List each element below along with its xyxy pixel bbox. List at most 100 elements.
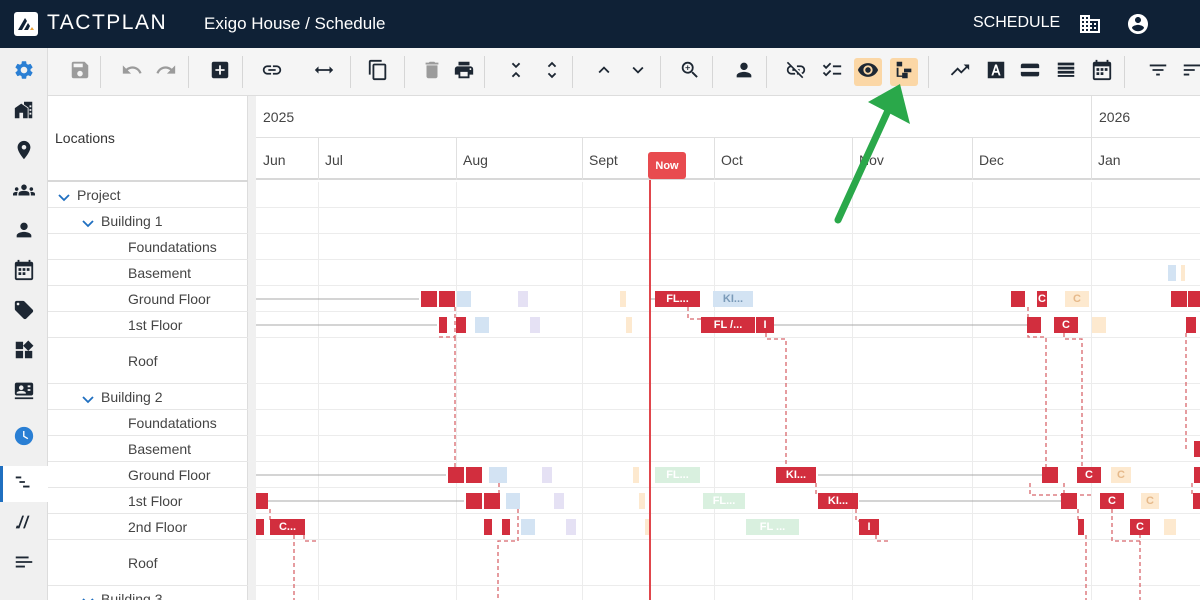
- task-segment[interactable]: [421, 291, 437, 307]
- task-segment[interactable]: [521, 519, 535, 535]
- undo-button[interactable]: [118, 58, 146, 86]
- task-bar[interactable]: C...: [270, 519, 305, 535]
- account-icon[interactable]: [1126, 12, 1150, 36]
- task-segment[interactable]: [475, 317, 489, 333]
- task-bar[interactable]: I: [756, 317, 774, 333]
- location-row[interactable]: 1st Floor: [48, 312, 248, 338]
- task-segment[interactable]: [256, 493, 268, 509]
- rail-item-widgets[interactable]: [0, 334, 48, 370]
- person-button[interactable]: [730, 58, 758, 86]
- chevron-up-button[interactable]: [590, 58, 618, 86]
- task-segment[interactable]: [1194, 467, 1200, 483]
- task-segment[interactable]: [1011, 291, 1025, 307]
- task-segment[interactable]: [530, 317, 540, 333]
- task-segment[interactable]: [639, 493, 645, 509]
- text-format-button[interactable]: [982, 58, 1010, 86]
- expand-horizontal-button[interactable]: [310, 58, 338, 86]
- task-bar[interactable]: KI...: [818, 493, 858, 509]
- location-row[interactable]: Project: [48, 182, 248, 208]
- redo-button[interactable]: [152, 58, 180, 86]
- task-segment[interactable]: [457, 291, 471, 307]
- task-segment[interactable]: [256, 519, 264, 535]
- print-button[interactable]: [450, 58, 478, 86]
- task-segment[interactable]: [1186, 317, 1196, 333]
- task-bar[interactable]: FL ...: [746, 519, 799, 535]
- rail-item-more[interactable]: [0, 586, 48, 600]
- task-segment[interactable]: [518, 291, 528, 307]
- chevron-down-button[interactable]: [624, 58, 652, 86]
- dense-rows-button[interactable]: [1052, 58, 1080, 86]
- task-segment[interactable]: [484, 519, 492, 535]
- panel-splitter[interactable]: [248, 96, 256, 600]
- collapse-vertical-button[interactable]: [502, 58, 530, 86]
- task-segment[interactable]: [1181, 265, 1185, 281]
- task-segment[interactable]: [620, 291, 626, 307]
- task-segment[interactable]: [466, 493, 482, 509]
- location-row[interactable]: Building 3: [48, 586, 248, 600]
- rail-item-team[interactable]: [0, 174, 48, 210]
- task-bar[interactable]: FL...: [655, 467, 700, 483]
- location-row[interactable]: Ground Floor: [48, 286, 248, 312]
- task-segment[interactable]: [1042, 467, 1058, 483]
- task-segment[interactable]: [484, 493, 500, 509]
- location-row[interactable]: Building 2: [48, 384, 248, 410]
- task-segment[interactable]: [554, 493, 564, 509]
- location-row[interactable]: Foundatations: [48, 234, 248, 260]
- chevron-down-icon[interactable]: [82, 216, 94, 227]
- task-bar[interactable]: C: [1141, 493, 1159, 509]
- task-segment[interactable]: [439, 317, 447, 333]
- task-bar[interactable]: C: [1111, 467, 1131, 483]
- task-bar[interactable]: C: [1065, 291, 1089, 307]
- calendar-button[interactable]: [1088, 58, 1116, 86]
- task-segment[interactable]: [566, 519, 576, 535]
- task-segment[interactable]: [1168, 265, 1176, 281]
- task-segment[interactable]: [1092, 317, 1106, 333]
- delete-button[interactable]: [418, 58, 446, 86]
- task-segment[interactable]: [1027, 317, 1041, 333]
- task-bar[interactable]: FL...: [703, 493, 745, 509]
- mode-label[interactable]: SCHEDULE: [973, 14, 1060, 32]
- rail-item-schedule[interactable]: [0, 466, 48, 502]
- add-box-button[interactable]: [206, 58, 234, 86]
- hierarchy-button[interactable]: [890, 58, 918, 86]
- sort-button[interactable]: [1178, 58, 1200, 86]
- task-segment[interactable]: [626, 317, 632, 333]
- rail-item-buildings[interactable]: [0, 94, 48, 130]
- task-segment[interactable]: [456, 317, 466, 333]
- zoom-in-button[interactable]: [676, 58, 704, 86]
- task-bar[interactable]: KI...: [713, 291, 753, 307]
- expand-vertical-button[interactable]: [538, 58, 566, 86]
- location-row[interactable]: 1st Floor: [48, 488, 248, 514]
- tactplan-logo[interactable]: [14, 12, 38, 36]
- rail-item-slashes[interactable]: [0, 506, 48, 542]
- rail-item-clock[interactable]: [0, 420, 48, 456]
- rail-item-gear[interactable]: [0, 54, 48, 90]
- task-segment[interactable]: [1078, 519, 1084, 535]
- save-button[interactable]: [66, 58, 94, 86]
- filter-button[interactable]: [1144, 58, 1172, 86]
- task-segment[interactable]: [542, 467, 552, 483]
- task-segment[interactable]: [489, 467, 507, 483]
- task-segment[interactable]: [466, 467, 482, 483]
- rail-item-contacts[interactable]: [0, 374, 48, 410]
- task-bar[interactable]: C: [1054, 317, 1078, 333]
- trend-button[interactable]: [946, 58, 974, 86]
- chevron-down-icon[interactable]: [82, 594, 94, 600]
- task-segment[interactable]: [1164, 519, 1176, 535]
- task-segment[interactable]: [448, 467, 464, 483]
- eye-button[interactable]: [854, 58, 882, 86]
- location-row[interactable]: 2nd Floor: [48, 514, 248, 540]
- location-row[interactable]: Basement: [48, 260, 248, 286]
- rail-item-lines[interactable]: [0, 546, 48, 582]
- task-segment[interactable]: [502, 519, 510, 535]
- organization-icon[interactable]: [1078, 12, 1102, 36]
- unlink-button[interactable]: [782, 58, 810, 86]
- task-bar[interactable]: C: [1037, 291, 1047, 307]
- rail-item-tag[interactable]: [0, 294, 48, 330]
- task-segment[interactable]: [633, 467, 639, 483]
- location-row[interactable]: Foundatations: [48, 410, 248, 436]
- task-bar[interactable]: C: [1100, 493, 1124, 509]
- location-row[interactable]: Roof: [48, 540, 248, 586]
- task-bar[interactable]: FL /...: [701, 317, 755, 333]
- rows-button[interactable]: [1016, 58, 1044, 86]
